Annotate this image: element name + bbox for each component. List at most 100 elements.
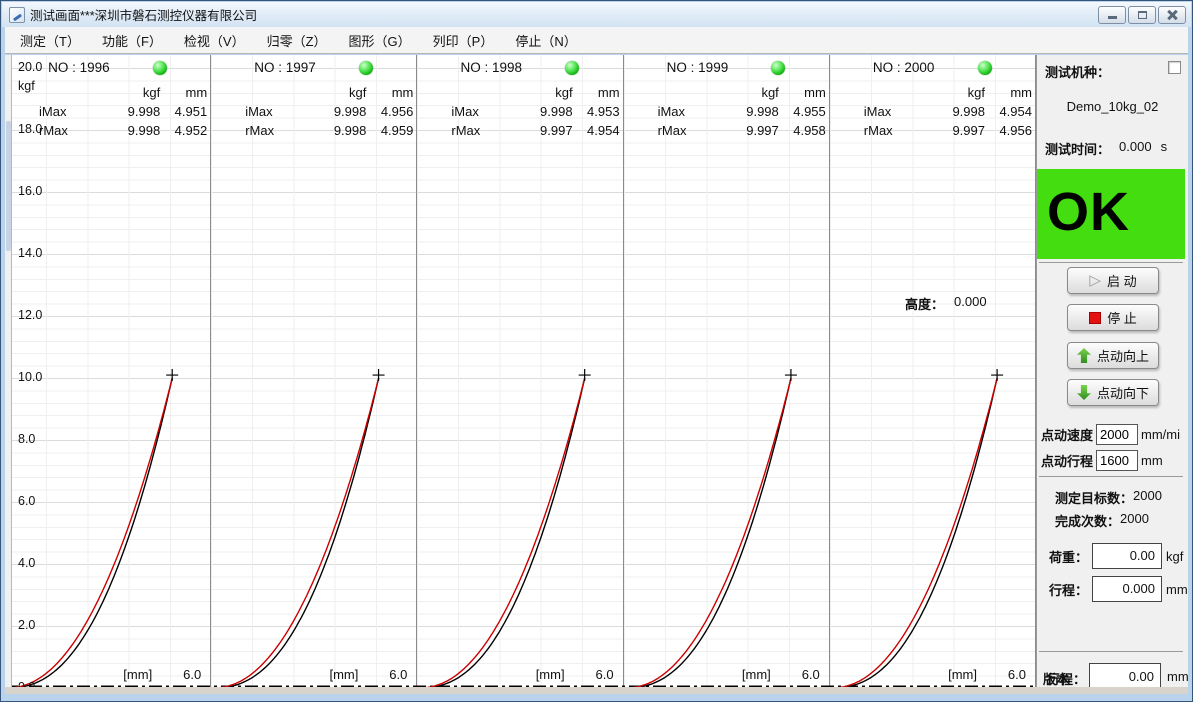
- test-time-value: 0.000: [1119, 139, 1152, 158]
- rmax-row-label: rMax: [245, 123, 274, 138]
- control-sidebar: 测试机种： Demo_10kg_02 测试时间： 0.000 s OK ▷ 启 …: [1036, 55, 1188, 687]
- content: NO : 1996 kgf mm iMax 9.998 4.951 rMax 9…: [5, 55, 1188, 687]
- divider: [1039, 651, 1183, 652]
- x-axis-max-label: 6.0: [596, 667, 614, 682]
- rmax-row-label: rMax: [864, 123, 893, 138]
- menu-view[interactable]: 检视（V）: [173, 27, 256, 54]
- minimize-icon: [1108, 16, 1117, 19]
- rmax-mm-value: 4.956: [972, 123, 1032, 138]
- mm-column-header: mm: [353, 85, 413, 100]
- sample-number-label: NO : 2000: [873, 60, 935, 75]
- stop-button[interactable]: 停 止: [1067, 304, 1159, 331]
- x-axis-unit-label: [mm]: [948, 667, 977, 682]
- load-unit: kgf: [1166, 549, 1183, 564]
- y-axis-tick-label: 8.0: [18, 432, 58, 446]
- x-axis-max-label: 6.0: [1008, 667, 1026, 682]
- jog-speed-label: 点动速度: [1041, 425, 1093, 444]
- y-axis-tick-label: 4.0: [18, 556, 58, 570]
- y-axis-tick-label: 2.0: [18, 618, 58, 632]
- bottom-readout: 0.00: [1089, 663, 1161, 687]
- load-readout: 0.00: [1092, 543, 1162, 569]
- menubar: 测定（T） 功能（F） 检视（V） 归零（Z） 图形（G） 列印（P） 停止（N…: [5, 27, 1188, 54]
- stop-button-label: 停 止: [1107, 308, 1137, 327]
- jog-stroke-input[interactable]: [1096, 450, 1138, 471]
- window-bottom-strip: [5, 687, 1188, 694]
- jog-up-button[interactable]: 点动向上: [1067, 342, 1159, 369]
- y-axis-tick-label: 16.0: [18, 184, 58, 198]
- arrow-down-icon: [1077, 385, 1091, 400]
- jog-down-button[interactable]: 点动向下: [1067, 379, 1159, 406]
- machine-type-label: 测试机种：: [1045, 62, 1110, 81]
- maximize-icon: [1138, 11, 1147, 19]
- height-readout: 高度： 0.000: [905, 294, 987, 313]
- height-label: 高度：: [905, 294, 944, 313]
- stroke-label: 行程：: [1049, 580, 1088, 599]
- y-axis-tick-label: 12.0: [18, 308, 58, 322]
- vertical-gridlines: [624, 55, 829, 687]
- chart-panel: NO : 2000 kgf mm iMax 9.998 4.954 rMax 9…: [830, 55, 1036, 687]
- mm-column-header: mm: [972, 85, 1032, 100]
- vertical-gridlines: [417, 55, 622, 687]
- test-time-row: 测试时间： 0.000 s: [1045, 139, 1167, 158]
- done-count-label: 完成次数：: [1055, 511, 1120, 530]
- chart-area: NO : 1996 kgf mm iMax 9.998 4.951 rMax 9…: [5, 55, 1036, 687]
- chart-panel: NO : 1999 kgf mm iMax 9.998 4.955 rMax 9…: [624, 55, 830, 687]
- y-axis-tick-label: 0.0: [18, 680, 58, 687]
- target-count-value: 2000: [1133, 488, 1162, 507]
- imax-mm-value: 4.956: [353, 104, 413, 119]
- machine-checkbox[interactable]: [1168, 61, 1181, 74]
- imax-row-label: iMax: [245, 104, 272, 119]
- bottom-readout-row: 版本 行程： 0.00 mm: [1041, 663, 1188, 687]
- close-button[interactable]: [1158, 6, 1186, 24]
- sample-number-label: NO : 1999: [667, 60, 729, 75]
- start-button[interactable]: ▷ 启 动: [1067, 267, 1159, 294]
- done-count-row: 完成次数： 2000: [1055, 511, 1149, 530]
- rmax-row-label: rMax: [658, 123, 687, 138]
- jog-stroke-row: 点动行程 mm: [1041, 450, 1163, 471]
- jog-up-label: 点动向上: [1097, 346, 1149, 365]
- sample-number-label: NO : 1997: [254, 60, 316, 75]
- status-led-icon: [978, 61, 992, 75]
- rmax-row-label: rMax: [451, 123, 480, 138]
- chart-panel: NO : 1997 kgf mm iMax 9.998 4.956 rMax 9…: [211, 55, 417, 687]
- imax-mm-value: 4.954: [972, 104, 1032, 119]
- x-axis-unit-label: [mm]: [123, 667, 152, 682]
- maximize-button[interactable]: [1128, 6, 1156, 24]
- test-time-label: 测试时间：: [1045, 139, 1110, 158]
- x-axis-unit-label: [mm]: [742, 667, 771, 682]
- x-axis-max-label: 6.0: [802, 667, 820, 682]
- imax-row-label: iMax: [451, 104, 478, 119]
- target-count-label: 测定目标数：: [1055, 488, 1133, 507]
- app-icon: [9, 7, 25, 23]
- menu-measure[interactable]: 测定（T）: [9, 27, 91, 54]
- chart-panel: NO : 1998 kgf mm iMax 9.998 4.953 rMax 9…: [417, 55, 623, 687]
- imax-row-label: iMax: [658, 104, 685, 119]
- imax-mm-value: 4.955: [766, 104, 826, 119]
- minimize-button[interactable]: [1098, 6, 1126, 24]
- vertical-gridlines: [211, 55, 416, 687]
- window-title: 测试画面***深圳市磐石测控仪器有限公司: [30, 5, 1098, 24]
- scrollbar-thumb[interactable]: [6, 121, 11, 251]
- menu-stop[interactable]: 停止（N）: [504, 27, 587, 54]
- vertical-gridlines: [830, 55, 1035, 687]
- menu-graph[interactable]: 图形（G）: [338, 27, 422, 54]
- x-axis-max-label: 6.0: [389, 667, 407, 682]
- arrow-up-icon: [1077, 348, 1091, 363]
- menu-function[interactable]: 功能（F）: [91, 27, 173, 54]
- divider: [1039, 476, 1183, 477]
- play-icon: ▷: [1089, 273, 1101, 288]
- app-window: 测试画面***深圳市磐石测控仪器有限公司 测定（T） 功能（F） 检视（V） 归…: [0, 0, 1193, 702]
- menu-print[interactable]: 列印（P）: [422, 27, 505, 54]
- load-readout-row: 荷重： 0.00 kgf: [1049, 543, 1183, 569]
- mm-column-header: mm: [766, 85, 826, 100]
- jog-stroke-label: 点动行程: [1041, 451, 1093, 470]
- stroke-readout-row: 行程： 0.000 mm: [1049, 576, 1188, 602]
- imax-row-label: iMax: [39, 104, 66, 119]
- jog-speed-input[interactable]: [1096, 424, 1138, 445]
- stop-icon: [1089, 312, 1101, 324]
- y-axis-unit-label: kgf: [18, 79, 35, 93]
- jog-speed-unit: mm/mi: [1141, 427, 1180, 442]
- menu-zero[interactable]: 归零（Z）: [256, 27, 338, 54]
- rmax-mm-value: 4.958: [766, 123, 826, 138]
- jog-stroke-unit: mm: [1141, 453, 1163, 468]
